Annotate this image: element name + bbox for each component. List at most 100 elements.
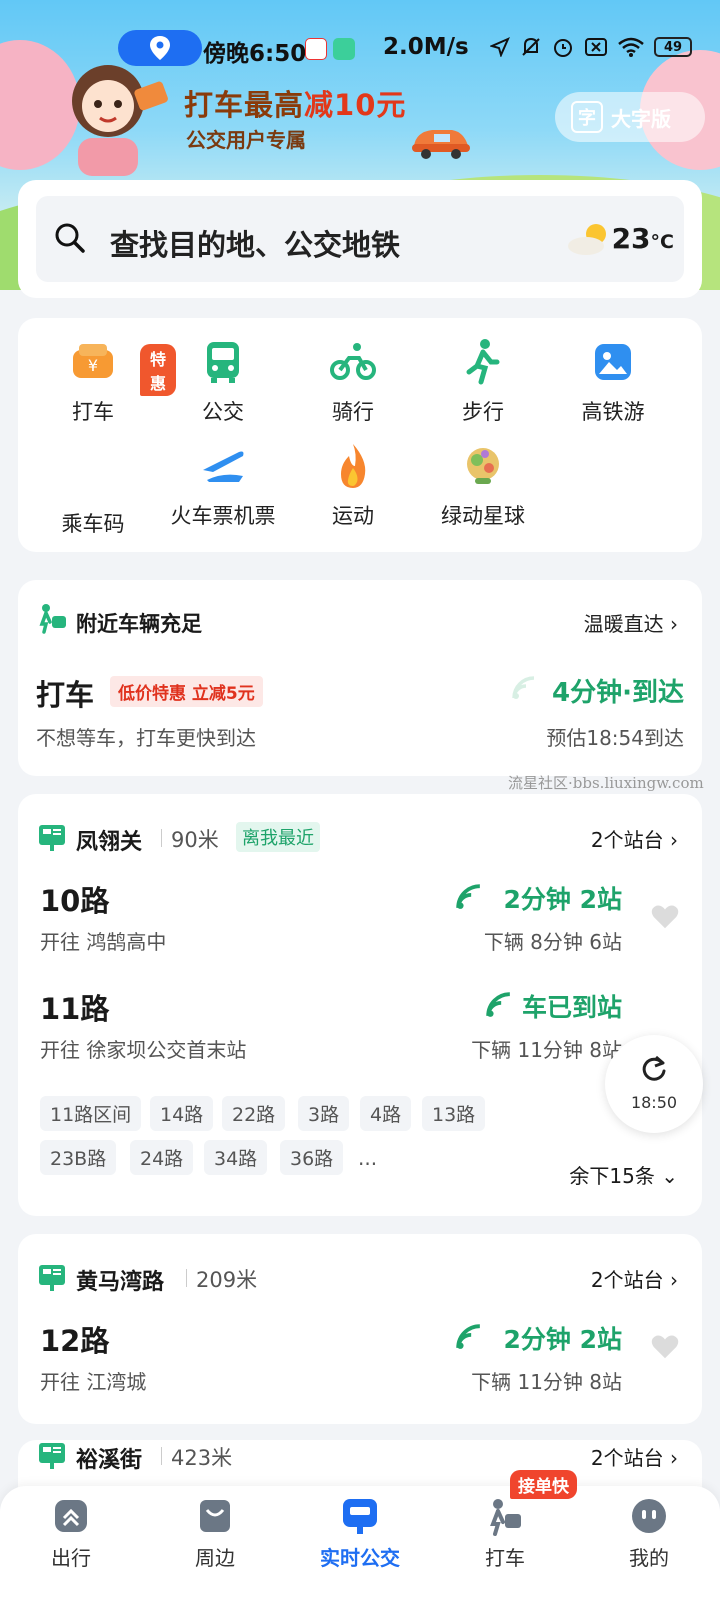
taxi-person-icon <box>485 1496 525 1536</box>
planet-icon <box>467 448 499 484</box>
chevron-right-icon: › <box>670 612 678 636</box>
gps-arrow-icon <box>490 37 510 57</box>
realtime-bus-icon <box>340 1496 380 1536</box>
route-chip[interactable]: 14路 <box>150 1096 214 1131</box>
battery-indicator: 49 <box>654 37 692 57</box>
chevron-down-icon: ⌄ <box>661 1164 678 1188</box>
service-high-speed-rail-trip[interactable]: 高铁游 <box>548 338 678 426</box>
warm-direct-link[interactable]: 温暖直达 › <box>584 608 678 637</box>
taxi-main-label: 打车 <box>36 678 95 712</box>
taxi-eta: 4分钟·到达 <box>552 678 684 708</box>
discount-badge: 低价特惠 立减5元 <box>110 676 263 707</box>
taxi-arrival-time: 预估18:54到达 <box>546 726 684 750</box>
flame-icon <box>341 444 366 488</box>
weather-temperature: 23°C <box>611 222 674 255</box>
refresh-icon <box>642 1055 666 1081</box>
route-eta: 车已到站 <box>521 993 622 1022</box>
route-chip[interactable]: 24路 <box>130 1140 194 1175</box>
wifi-icon <box>618 37 644 57</box>
route-chip[interactable]: 4路 <box>360 1096 412 1131</box>
service-train-flight-tickets[interactable]: 火车票机票 <box>158 442 288 530</box>
notification-nav-icon <box>333 38 355 60</box>
bike-icon <box>330 343 376 380</box>
favorite-heart-icon[interactable] <box>650 1332 680 1362</box>
bus-stop-card: 凤翎关 90米 离我最近 2个站台 › 10路 开往 鸿鹄高中 2分钟 2站 下… <box>18 794 702 1216</box>
stop-distance: 90米 <box>161 824 219 854</box>
route-chip[interactable]: 22路 <box>222 1096 286 1131</box>
service-ride-code[interactable]: 乘车码 <box>28 498 158 538</box>
signal-live-icon <box>456 1324 480 1349</box>
route-chip[interactable]: 34路 <box>204 1140 268 1175</box>
girl-illustration <box>48 56 168 176</box>
platforms-link[interactable]: 2个站台 › <box>591 1264 678 1293</box>
promo-subtitle: 公交用户专属 <box>186 128 306 152</box>
taxi-card-title: 附近车辆充足 <box>76 612 202 636</box>
platforms-link[interactable]: 2个站台 › <box>591 824 678 853</box>
location-pill <box>118 30 202 66</box>
route-direction: 开往 江湾城 <box>40 1370 147 1394</box>
taxi-yen-icon: ¥ <box>73 344 113 378</box>
bus-stop-sign-icon <box>39 825 65 851</box>
route-next-bus: 下辆 8分钟 6站 <box>483 930 622 954</box>
more-routes-ellipsis: ... <box>358 1146 378 1170</box>
chevron-right-icon: › <box>670 1268 678 1292</box>
bottom-tab-bar: 出行 周边 实时公交 打车 我的 <box>0 1486 720 1600</box>
stop-name: 黄马湾路 <box>76 1270 165 1295</box>
search-input[interactable]: 查找目的地、公交地铁 23°C <box>36 196 684 282</box>
promo-title: 打车最高减10元 <box>184 88 407 122</box>
alarm-icon <box>554 39 572 57</box>
status-bar: 傍晚6:50 2.0M/s 49 <box>0 30 720 70</box>
refresh-button[interactable]: 18:50 <box>605 1035 703 1133</box>
services-grid: ¥ 打车 特惠 公交 骑行 步行 高铁游 乘车码 火车票机票 运动 绿动星球 <box>18 318 702 552</box>
route-chip[interactable]: 23B路 <box>40 1140 117 1175</box>
tab-realtime-bus[interactable]: 实时公交 <box>305 1496 415 1571</box>
route-name[interactable]: 11路 <box>40 986 109 1028</box>
service-green-planet[interactable]: 绿动星球 <box>418 442 548 530</box>
route-name[interactable]: 12路 <box>40 1318 109 1360</box>
more-routes-toggle[interactable]: 余下15条 ⌄ <box>569 1160 678 1189</box>
svg-text:¥: ¥ <box>88 356 98 375</box>
walk-icon <box>466 339 500 385</box>
signal-live-icon <box>486 992 510 1017</box>
route-eta: 2分钟 2站 <box>503 1325 623 1354</box>
favorite-heart-icon[interactable] <box>650 902 680 932</box>
location-pin-icon <box>150 36 170 60</box>
route-chip[interactable]: 36路 <box>280 1140 344 1175</box>
route-direction: 开往 鸿鹄高中 <box>40 930 167 954</box>
bus-stop-card: 黄马湾路 209米 2个站台 › 12路 开往 江湾城 2分钟 2站 下辆 11… <box>18 1234 702 1424</box>
search-card: 查找目的地、公交地铁 23°C <box>18 180 702 298</box>
nearby-taxi-card[interactable]: 附近车辆充足 温暖直达 › 打车 低价特惠 立减5元 不想等车，打车更快到达 4… <box>18 580 702 776</box>
route-next-bus: 下辆 11分钟 8站 <box>471 1038 622 1062</box>
service-sports[interactable]: 运动 <box>288 442 418 530</box>
tab-nearby[interactable]: 周边 <box>160 1496 270 1571</box>
large-font-label: 大字版 <box>611 106 671 131</box>
route-name[interactable]: 10路 <box>40 878 109 920</box>
large-font-mode-button[interactable]: 字 大字版 <box>555 92 705 142</box>
trip-icon <box>51 1496 91 1536</box>
bus-stop-sign-icon <box>39 1265 65 1291</box>
taxi-person-icon <box>39 604 66 634</box>
route-chip[interactable]: 11路区间 <box>40 1096 142 1131</box>
status-time: 傍晚6:50 <box>203 41 307 67</box>
photo-icon <box>595 344 631 380</box>
tab-trip[interactable]: 出行 <box>16 1496 126 1571</box>
chevron-right-icon: › <box>670 1446 678 1470</box>
tab-taxi[interactable]: 打车 <box>450 1496 560 1571</box>
search-placeholder: 查找目的地、公交地铁 <box>110 228 401 262</box>
route-eta: 2分钟 2站 <box>503 885 623 914</box>
route-chip[interactable]: 3路 <box>298 1096 350 1131</box>
route-chip[interactable]: 13路 <box>422 1096 486 1131</box>
no-sim-icon <box>585 38 607 56</box>
profile-face-icon <box>629 1496 669 1536</box>
service-walk[interactable]: 步行 <box>418 338 548 426</box>
stop-distance: 423米 <box>160 1442 232 1472</box>
watermark: 流星社区·bbs.liuxingw.com <box>508 774 704 792</box>
stop-name: 凤翎关 <box>76 830 143 855</box>
platforms-link[interactable]: 2个站台 › <box>591 1442 678 1471</box>
service-bus[interactable]: 公交 <box>158 338 288 426</box>
signal-live-icon <box>456 884 480 909</box>
service-bike[interactable]: 骑行 <box>288 338 418 426</box>
service-taxi[interactable]: ¥ 打车 特惠 <box>28 338 177 426</box>
tab-profile[interactable]: 我的 <box>594 1496 704 1571</box>
route-direction: 开往 徐家坝公交首末站 <box>40 1038 247 1062</box>
